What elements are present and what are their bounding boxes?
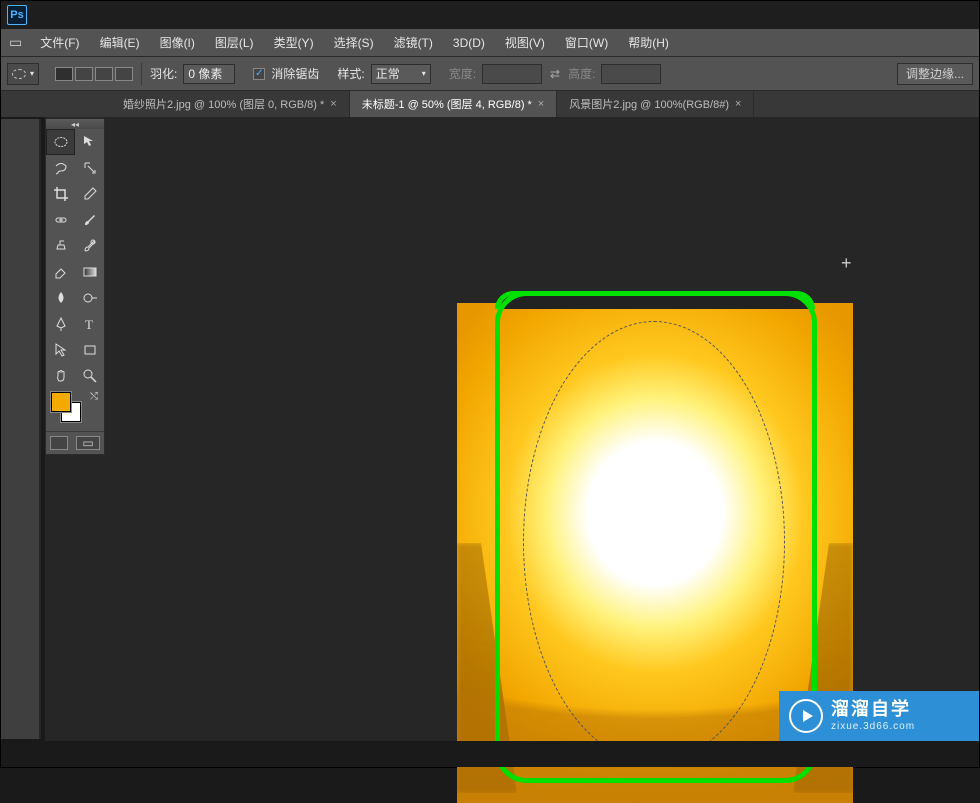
brush-tool[interactable] <box>75 207 104 233</box>
tab-label: 风景图片2.jpg @ 100%(RGB/8#) <box>569 96 729 112</box>
chevron-down-icon: ▾ <box>422 69 426 78</box>
tab-document-1[interactable]: 婚纱照片2.jpg @ 100% (图层 0, RGB/8) * × <box>111 91 350 117</box>
menu-view[interactable]: 视图(V) <box>495 29 555 56</box>
eraser-tool[interactable] <box>46 259 75 285</box>
status-bar <box>1 741 979 767</box>
menu-help[interactable]: 帮助(H) <box>618 29 679 56</box>
elliptical-marquee-selection <box>523 321 785 763</box>
screen-mode-button[interactable]: ▭ <box>76 436 100 450</box>
watermark: 溜溜自学 zixue.3d66.com <box>779 691 979 741</box>
menu-type[interactable]: 类型(Y) <box>264 29 324 56</box>
workspace <box>45 117 979 741</box>
tool-preset-picker[interactable]: ▾ <box>7 63 39 85</box>
healing-brush-tool[interactable] <box>46 207 75 233</box>
foreground-color-swatch[interactable] <box>51 392 71 412</box>
feather-input[interactable] <box>183 64 235 84</box>
height-input <box>601 64 661 84</box>
selection-intersect-icon[interactable] <box>115 67 133 81</box>
lasso-tool[interactable] <box>46 155 75 181</box>
menu-image[interactable]: 图像(I) <box>150 29 205 56</box>
tab-label: 婚纱照片2.jpg @ 100% (图层 0, RGB/8) * <box>123 96 324 112</box>
hand-tool[interactable] <box>46 363 75 389</box>
zoom-tool[interactable] <box>75 363 104 389</box>
screen-mode-row: ▭ <box>46 431 104 454</box>
clone-stamp-tool[interactable] <box>46 233 75 259</box>
menu-filter[interactable]: 滤镜(T) <box>384 29 443 56</box>
tab-document-3[interactable]: 风景图片2.jpg @ 100%(RGB/8#) × <box>557 91 754 117</box>
quick-selection-tool[interactable] <box>75 155 104 181</box>
crop-tool[interactable] <box>46 181 75 207</box>
style-select[interactable]: 正常 ▾ <box>371 64 431 84</box>
svg-text:T: T <box>85 317 93 332</box>
pen-tool[interactable] <box>46 311 75 337</box>
menu-3d[interactable]: 3D(D) <box>443 29 495 56</box>
selection-add-icon[interactable] <box>75 67 93 81</box>
ps-logo: Ps <box>7 5 27 25</box>
blur-tool[interactable] <box>46 285 75 311</box>
color-swatches: ⤭ <box>46 389 104 431</box>
gradient-tool[interactable] <box>75 259 104 285</box>
eyedropper-tool[interactable] <box>75 181 104 207</box>
antialias-label: 消除锯齿 <box>271 65 319 82</box>
play-icon <box>789 699 823 733</box>
separator <box>141 63 142 85</box>
tools-panel: ◂◂ <box>45 118 105 455</box>
style-label: 样式: <box>337 65 364 82</box>
swap-dimensions-icon: ⇄ <box>548 67 562 81</box>
document-tabs: 婚纱照片2.jpg @ 100% (图层 0, RGB/8) * × 未标题-1… <box>1 91 979 117</box>
menu-select[interactable]: 选择(S) <box>324 29 384 56</box>
menu-edit[interactable]: 编辑(E) <box>90 29 150 56</box>
chevron-down-icon: ▾ <box>30 69 34 78</box>
dodge-tool[interactable] <box>75 285 104 311</box>
antialias-checkbox[interactable] <box>253 68 265 80</box>
selection-mode-group <box>55 67 133 81</box>
width-label: 宽度: <box>449 65 476 82</box>
style-value: 正常 <box>376 65 400 82</box>
watermark-brand: 溜溜自学 <box>831 699 915 721</box>
menu-layer[interactable]: 图层(L) <box>205 29 264 56</box>
tab-document-2[interactable]: 未标题-1 @ 50% (图层 4, RGB/8) * × <box>350 91 558 117</box>
ellipse-marquee-icon <box>12 69 26 79</box>
width-input <box>482 64 542 84</box>
options-bar: ▾ 羽化: 消除锯齿 样式: 正常 ▾ 宽度: ⇄ 高度: 调整边缘... <box>1 57 979 91</box>
marquee-tool[interactable] <box>46 129 75 155</box>
feather-label: 羽化: <box>150 65 177 82</box>
close-icon[interactable]: × <box>538 98 544 110</box>
left-dock-strip <box>1 119 41 739</box>
title-bar: Ps <box>1 1 979 29</box>
menu-bar: ▭ 文件(F) 编辑(E) 图像(I) 图层(L) 类型(Y) 选择(S) 滤镜… <box>1 29 979 57</box>
close-icon[interactable]: × <box>330 98 336 110</box>
path-selection-tool[interactable] <box>46 337 75 363</box>
close-icon[interactable]: × <box>735 98 741 110</box>
panel-collapse-handle[interactable]: ◂◂ <box>46 119 104 129</box>
menu-window[interactable]: 窗口(W) <box>555 29 618 56</box>
move-tool[interactable] <box>75 129 104 155</box>
refine-edge-button[interactable]: 调整边缘... <box>897 63 973 85</box>
home-icon[interactable]: ▭ <box>1 29 30 56</box>
selection-new-icon[interactable] <box>55 67 73 81</box>
watermark-domain: zixue.3d66.com <box>831 721 915 733</box>
swap-colors-icon[interactable]: ⤭ <box>90 391 98 402</box>
shape-tool[interactable] <box>75 337 104 363</box>
height-label: 高度: <box>568 65 595 82</box>
tab-label: 未标题-1 @ 50% (图层 4, RGB/8) * <box>362 96 532 112</box>
history-brush-tool[interactable] <box>75 233 104 259</box>
quickmask-mode-button[interactable] <box>50 436 68 450</box>
menu-file[interactable]: 文件(F) <box>30 29 89 56</box>
type-tool[interactable]: T <box>75 311 104 337</box>
selection-subtract-icon[interactable] <box>95 67 113 81</box>
